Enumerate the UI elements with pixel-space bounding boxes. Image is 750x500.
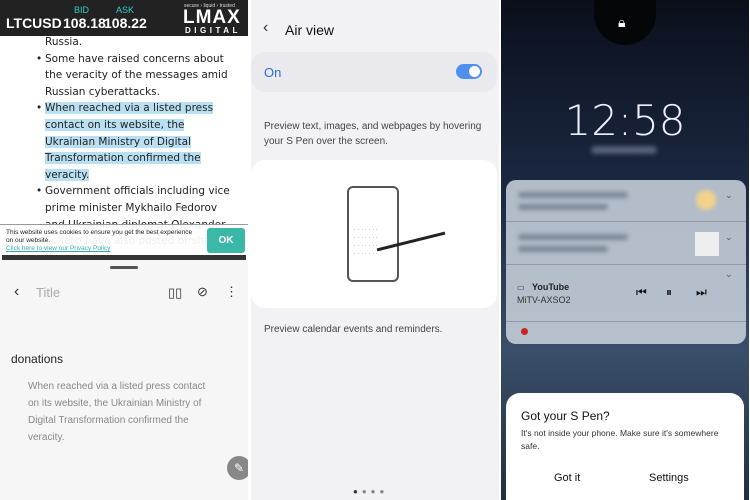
cookie-text: This website uses cookies to ensure you … [6,229,193,244]
ticker-symbol: LTCUSD [6,15,62,31]
toggle-label: On [264,65,282,80]
phone-illustration: ······· ······· ······· ······· [347,186,399,282]
bid-label: BID [74,5,90,15]
news-article-panel: LTCUSD BID ASK 108.18 108.22 secure › li… [0,0,248,500]
got-it-button[interactable]: Got it [554,472,580,484]
illustration-card: ······· ······· ······· ······· [251,160,497,308]
media-app: YouTube [532,282,570,292]
selected-text[interactable]: When reached via a listed press contact … [45,102,214,181]
lmax-logo: LMAX [183,7,241,28]
article-bullet: • Some have raised concerns about the ver… [36,52,228,98]
privacy-policy-link[interactable]: Click here to view our Privacy Policy [6,245,110,252]
expand-icon[interactable]: ⌄ [725,232,733,243]
dialog-message: It's not inside your phone. Make sure it… [521,428,719,451]
bid-value: 108.18 [63,15,106,31]
air-view-settings-panel: ‹ Air view On Preview text, images, and … [251,0,499,500]
air-view-toggle[interactable] [456,64,482,79]
description: Preview text, images, and webpages by ho… [264,121,482,147]
article-line: Russia. [45,34,235,51]
more-icon[interactable]: ⋮ [225,284,238,300]
back-icon[interactable]: ‹ [14,283,19,301]
dialog-title: Got your S Pen? [521,409,610,423]
back-icon[interactable]: ‹ [263,19,268,37]
ask-label: ASK [116,5,135,15]
note-heading[interactable]: donations [11,352,63,366]
lock-icon: 🔒︎ [618,14,626,30]
title-input[interactable]: Title [36,285,60,300]
article-text: Russia. [45,36,83,48]
media-device: MiTV-AXSO2 [517,295,571,305]
lock-screen-panel: 🔒︎ 12:58 ⌄ ⌄ ▭ YouTube MiTV-AXSO2 ⏮ ⏸ ⏭ … [501,0,749,500]
pen-edit-icon[interactable]: ✎ [227,456,248,480]
notification-blurred[interactable]: ⌄ [506,222,746,265]
cast-icon: ▭ [517,283,525,292]
expand-icon[interactable]: ⌄ [725,269,733,280]
drag-handle[interactable] [110,266,138,269]
notification-stack: ⌄ ⌄ ▭ YouTube MiTV-AXSO2 ⏮ ⏸ ⏭ ⌄ [506,180,746,344]
article-text: Some have raised concerns about the vera… [45,52,228,98]
clock: 12:58 [564,96,686,145]
next-icon[interactable]: ⏭ [696,285,707,300]
article-bullet-selected[interactable]: • When reached via a listed press contact… [36,100,235,183]
description-calendar: Preview calendar events and reminders. [264,324,443,335]
media-notification[interactable]: ▭ YouTube MiTV-AXSO2 ⏮ ⏸ ⏭ ⌄ [506,265,746,322]
note-editor: ‹ Title ▯▯ ⊘ ⋮ donations When reached vi… [0,260,248,500]
note-quote[interactable]: When reached via a listed press contact … [28,378,213,446]
notification-blurred[interactable]: ⌄ [506,180,746,222]
previous-icon[interactable]: ⏮ [636,285,647,300]
air-view-toggle-row[interactable]: On [251,52,497,92]
date-blurred [591,146,657,154]
page-title: Air view [285,22,335,38]
pause-icon[interactable]: ⏸ [666,285,672,300]
expand-icon[interactable]: ⌄ [725,190,733,201]
ask-value: 108.22 [104,15,147,31]
attach-icon[interactable]: ⊘ [197,284,208,300]
settings-button[interactable]: Settings [649,472,689,484]
cookie-banner: This website uses cookies to ensure you … [0,224,248,256]
cookie-ok-button[interactable]: OK [207,228,245,253]
book-icon[interactable]: ▯▯ [168,285,182,301]
price-ticker[interactable]: LTCUSD BID ASK 108.18 108.22 secure › li… [0,0,248,36]
page-indicator[interactable]: ●●●● [353,487,388,496]
app-dot-icon [521,328,528,335]
s-pen-dialog: Got your S Pen? It's not inside your pho… [506,393,744,500]
